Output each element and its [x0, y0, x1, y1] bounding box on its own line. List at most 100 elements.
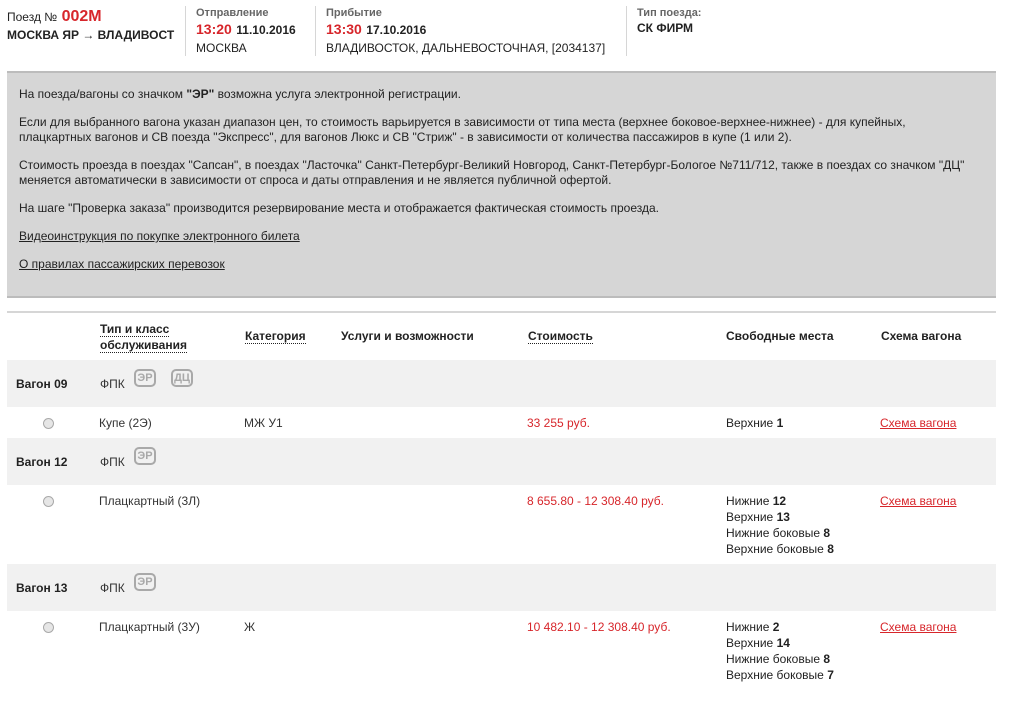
arrival-block: Прибытие 13:30 17.10.2016 ВЛАДИВОСТОК, Д…: [326, 7, 605, 55]
seat-row: Верхние 14: [726, 635, 834, 651]
wagon-scheme-link[interactable]: Схема вагона: [880, 416, 956, 430]
seat-type: Нижние боковые: [726, 526, 821, 540]
seat-count: 8: [827, 542, 834, 556]
info-paragraph-dynamic: Стоимость проезда в поездах "Сапсан", в …: [19, 158, 984, 188]
seat-count: 2: [772, 620, 780, 634]
seat-count: 14: [776, 636, 790, 650]
free-seats-list: Нижние 12 Верхние 13 Нижние боковые 8 Ве…: [726, 493, 834, 557]
wagon-title: Вагон 13: [16, 581, 68, 595]
wagon-scheme-link[interactable]: Схема вагона: [880, 620, 956, 634]
info-paragraph-prices: Если для выбранного вагона указан диапаз…: [19, 115, 984, 145]
transport-rules-link[interactable]: О правилах пассажирских перевозок: [19, 257, 225, 271]
col-header-services-label: Услуги и возможности: [341, 329, 474, 343]
departure-station: МОСКВА: [196, 41, 247, 55]
info-paragraph-er: На поезда/вагоны со значком "ЭР" возможн…: [19, 87, 984, 102]
info-text: На поезда/вагоны со значком: [19, 87, 187, 101]
arrival-time: 13:30: [326, 21, 362, 37]
train-number: 002М: [61, 8, 102, 25]
seat-count: 1: [776, 416, 784, 430]
seat-count: 12: [772, 494, 787, 508]
info-text: На шаге "Проверка заказа" производится р…: [19, 201, 660, 215]
er-highlight: "ЭР": [186, 87, 215, 101]
departure-time: 13:20: [196, 21, 232, 37]
arrival-label: Прибытие: [326, 7, 382, 19]
arrival-station: ВЛАДИВОСТОК, ДАЛЬНЕВОСТОЧНАЯ, [2034137]: [326, 41, 606, 55]
seat-row: Верхние 13: [726, 509, 834, 525]
dc-badge-icon: ДЦ: [171, 369, 193, 387]
seat-row: Верхние боковые 8: [726, 541, 834, 557]
col-header-type-line2: обслуживания: [100, 338, 187, 353]
col-header-scheme-label: Схема вагона: [881, 329, 962, 343]
seat-type: Нижние боковые: [726, 652, 821, 666]
departure-block: Отправление 13:20 11.10.2016 МОСКВА: [196, 7, 296, 55]
seat-row: Нижние боковые 8: [726, 651, 834, 667]
header-divider: [315, 6, 316, 56]
wagon-select-radio[interactable]: [43, 622, 54, 633]
video-instruction-link[interactable]: Видеоинструкция по покупке электронного …: [19, 229, 300, 243]
seat-row: Верхние 1: [726, 415, 783, 431]
seat-row: Нижние боковые 8: [726, 525, 834, 541]
wagon-carrier: ФПК: [100, 377, 125, 391]
col-header-free-seats: Свободные места: [726, 329, 834, 343]
train-type-block: Тип поезда: СК ФИРМ: [637, 7, 701, 35]
er-badge-icon: ЭР: [134, 447, 156, 465]
wagon-type: Плацкартный (3Л): [99, 494, 201, 508]
col-header-cost-label: Стоимость: [528, 329, 593, 344]
wagon-scheme-link[interactable]: Схема вагона: [880, 494, 956, 508]
departure-label: Отправление: [196, 7, 269, 19]
wagon-price: 10 482.10 - 12 308.40 руб.: [527, 620, 671, 634]
wagon-price: 33 255 руб.: [527, 416, 590, 430]
er-badge-icon: ЭР: [134, 369, 156, 387]
info-text: возможна услуга электронной регистрации.: [214, 87, 461, 101]
wagon-category: МЖ У1: [244, 416, 283, 430]
wagon-select-radio[interactable]: [43, 496, 54, 507]
seat-row: Верхние боковые 7: [726, 667, 834, 683]
wagon-category: Ж: [244, 620, 256, 634]
seat-type: Нижние: [726, 494, 770, 508]
er-badge-icon: ЭР: [134, 573, 156, 591]
train-type-value: СК ФИРМ: [637, 21, 694, 35]
col-header-category-label: Категория: [245, 329, 306, 344]
info-text: Если для выбранного вагона указан диапаз…: [19, 115, 906, 129]
wagon-type: Плацкартный (3У): [99, 620, 200, 634]
wagon-select-radio[interactable]: [43, 418, 54, 429]
seat-count: 13: [776, 510, 790, 524]
wagon-carrier: ФПК: [100, 455, 125, 469]
wagon-type: Купе (2Э): [99, 416, 152, 430]
train-number-label: Поезд №: [7, 10, 58, 24]
free-seats-list: Верхние 1: [726, 415, 783, 431]
info-text: Стоимость проезда в поездах "Сапсан", в …: [19, 158, 965, 172]
header-divider: [626, 6, 627, 56]
train-info: Поезд № 002М МОСКВА ЯР → ВЛАДИВОСТ: [7, 8, 174, 42]
departure-date: 11.10.2016: [236, 23, 296, 37]
header-divider: [185, 6, 186, 56]
seat-type: Нижние: [726, 620, 770, 634]
col-header-scheme: Схема вагона: [881, 329, 961, 343]
seat-row: Нижние 2: [726, 619, 834, 635]
wagon-title: Вагон 12: [16, 455, 68, 469]
free-seats-list: Нижние 2 Верхние 14 Нижние боковые 8 Вер…: [726, 619, 834, 683]
wagon-carrier: ФПК: [100, 581, 125, 595]
seat-type: Верхние боковые: [726, 668, 824, 682]
info-panel: На поезда/вагоны со значком "ЭР" возможн…: [7, 71, 996, 298]
seat-count: 8: [823, 526, 831, 540]
wagon-title: Вагон 09: [16, 377, 68, 391]
info-paragraph-check: На шаге "Проверка заказа" производится р…: [19, 201, 984, 216]
col-header-type[interactable]: Тип и класс обслуживания: [100, 321, 187, 353]
col-header-free-seats-label: Свободные места: [726, 329, 834, 343]
wagon-price: 8 655.80 - 12 308.40 руб.: [527, 494, 664, 508]
train-type-label: Тип поезда:: [637, 7, 702, 19]
seat-count: 7: [827, 668, 834, 682]
seat-count: 8: [823, 652, 831, 666]
seat-type: Верхние боковые: [726, 542, 824, 556]
table-top-border: [7, 311, 996, 313]
col-header-cost[interactable]: Стоимость: [528, 329, 593, 344]
col-header-services: Услуги и возможности: [341, 329, 474, 343]
arrival-date: 17.10.2016: [366, 23, 427, 37]
seat-type: Верхние: [726, 510, 774, 524]
col-header-type-line1: Тип и класс: [100, 322, 170, 337]
train-route: МОСКВА ЯР → ВЛАДИВОСТ: [7, 28, 175, 42]
seat-type: Верхние: [726, 416, 774, 430]
col-header-category[interactable]: Категория: [245, 329, 306, 344]
seat-row: Нижние 12: [726, 493, 834, 509]
